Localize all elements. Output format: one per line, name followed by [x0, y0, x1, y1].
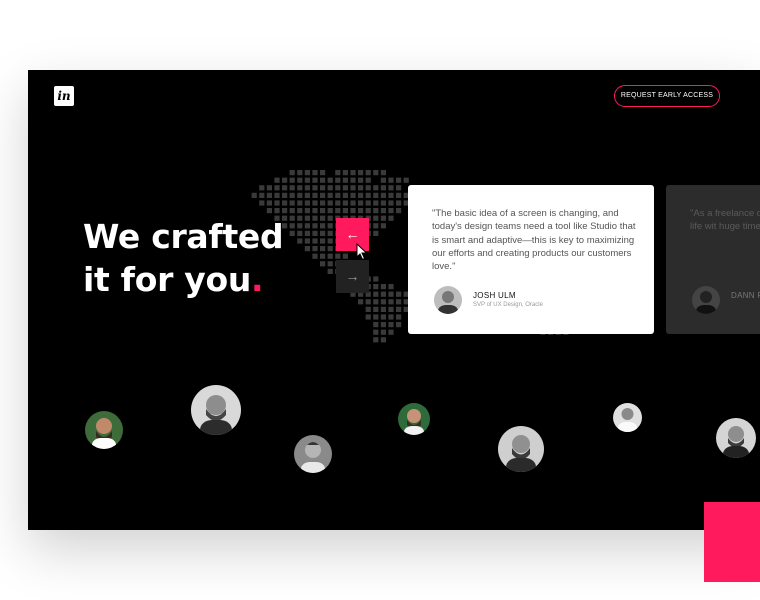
customer-avatar[interactable] [716, 418, 756, 458]
customer-avatar[interactable] [191, 385, 241, 435]
accent-block-decoration [704, 502, 760, 582]
customer-avatar[interactable] [85, 411, 123, 449]
customer-avatar[interactable] [294, 435, 332, 473]
author-avatar [434, 286, 462, 314]
invision-logo[interactable]: in [54, 86, 74, 106]
headline-line-1: We crafted [83, 217, 284, 256]
customer-avatar[interactable] [498, 426, 544, 472]
request-early-access-button[interactable]: REQUEST EARLY ACCESS [614, 85, 720, 107]
author-name: DANN P [731, 291, 760, 300]
hero-headline: We crafted it for you. [83, 215, 284, 301]
customer-avatar[interactable] [398, 403, 430, 435]
arrow-left-icon: ← [345, 226, 360, 242]
author-name: JOSH ULM [473, 291, 516, 300]
author-avatar [692, 286, 720, 314]
customer-avatar[interactable] [613, 403, 642, 432]
carousel-next-button[interactable]: → [336, 260, 369, 293]
author-role: SVP of UX Design, Oracle [473, 302, 543, 308]
testimonial-quote: "The basic idea of a screen is changing,… [432, 208, 636, 273]
headline-line-2: it for you. [83, 260, 264, 299]
testimonial-quote: "As a freelance d improve my pitc ideas … [690, 208, 760, 233]
testimonial-card: "The basic idea of a screen is changing,… [408, 185, 654, 334]
testimonial-card-next[interactable]: "As a freelance d improve my pitc ideas … [666, 185, 760, 334]
arrow-right-icon: → [345, 268, 360, 284]
headline-accent-dot: . [251, 260, 264, 299]
mouse-pointer-icon [356, 243, 368, 261]
hero-section: in REQUEST EARLY ACCESS We crafted it fo… [28, 70, 760, 530]
